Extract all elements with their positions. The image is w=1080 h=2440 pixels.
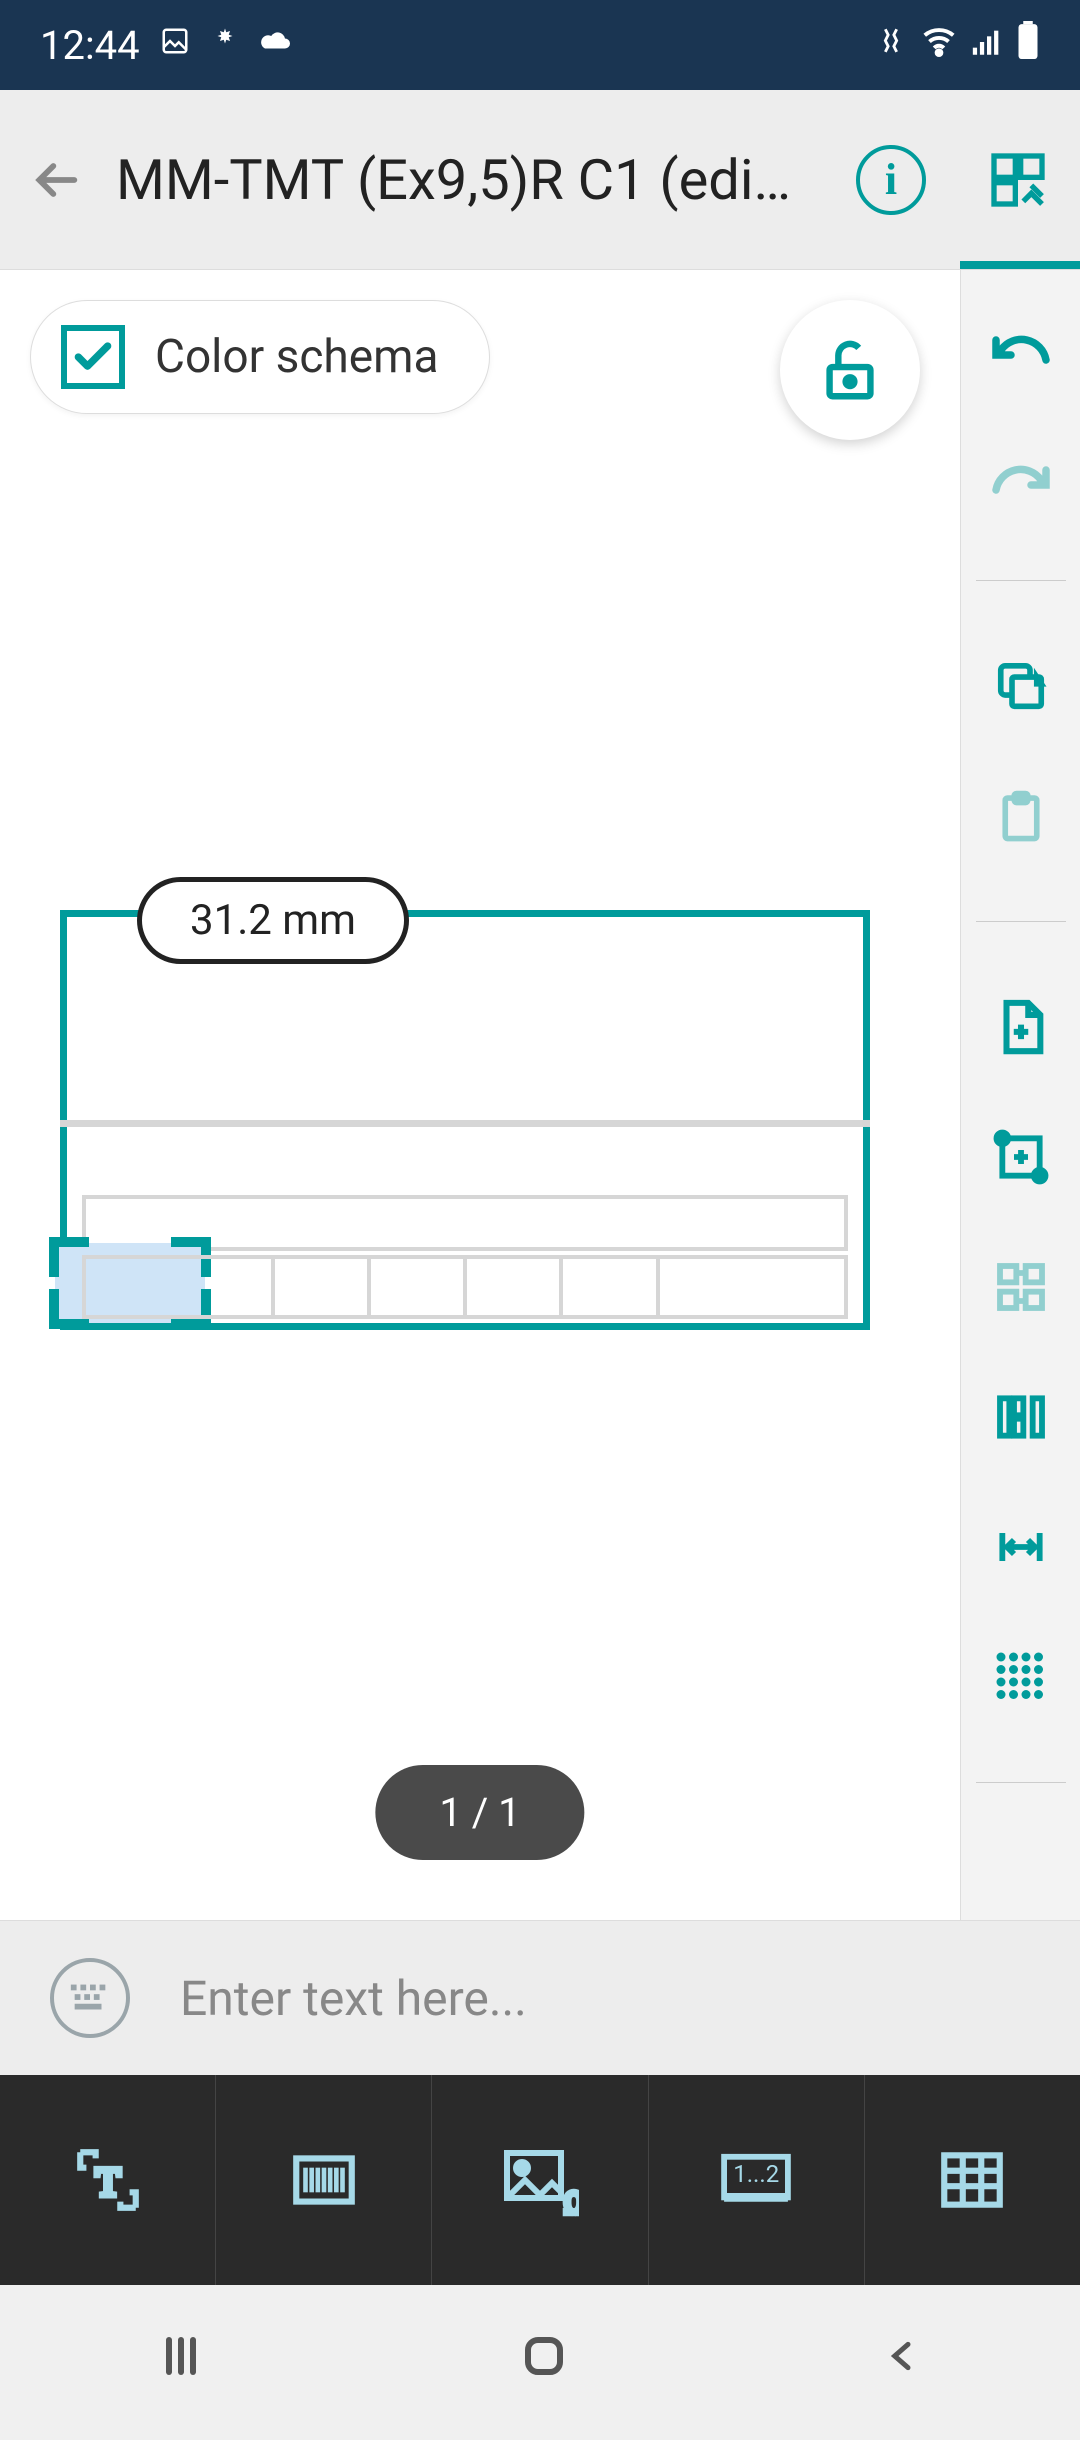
lock-button[interactable] <box>780 300 920 440</box>
vibrate-icon <box>874 22 908 69</box>
battery-icon <box>1016 21 1040 69</box>
table-cell[interactable] <box>275 1259 371 1315</box>
table-cell[interactable] <box>660 1259 845 1315</box>
weather-status-icon <box>260 25 290 65</box>
label-frame[interactable]: 31.2 mm <box>60 910 870 1330</box>
more-grid-button[interactable] <box>986 1642 1056 1712</box>
template-edit-icon[interactable] <box>986 148 1050 212</box>
back-button[interactable] <box>30 152 86 208</box>
wifi-icon <box>920 21 958 69</box>
canvas-area[interactable]: Color schema 31.2 mm 1 <box>0 270 960 1920</box>
split-button[interactable] <box>986 1252 1056 1322</box>
signal-icon <box>970 22 1004 69</box>
status-bar: 12:44 <box>0 0 1080 90</box>
table-cell[interactable] <box>467 1259 563 1315</box>
number-placeholder-label: 1...2 <box>733 2160 779 2188</box>
info-button[interactable]: i <box>856 145 926 215</box>
text-input-bar: Enter text here... <box>0 1920 1080 2075</box>
table-tool-button[interactable] <box>865 2075 1080 2285</box>
wand-status-icon <box>210 25 240 65</box>
back-nav-button[interactable] <box>883 2332 923 2393</box>
side-toolbar <box>960 270 1080 1920</box>
copy-button[interactable] <box>986 651 1056 721</box>
crop-add-button[interactable] <box>986 1122 1056 1192</box>
android-nav-bar <box>0 2285 1080 2440</box>
undo-button[interactable] <box>986 310 1056 380</box>
status-left: 12:44 <box>40 22 290 69</box>
add-column-button[interactable] <box>986 1382 1056 1452</box>
status-time: 12:44 <box>40 22 140 69</box>
page-title: MM-TMT (Ex9,5)R C1 (edi… <box>116 147 826 213</box>
toolbar-divider <box>976 580 1066 581</box>
recent-apps-button[interactable] <box>157 2332 205 2393</box>
color-schema-label: Color schema <box>155 330 439 384</box>
status-right <box>874 21 1040 69</box>
content-wrapper: Color schema 31.2 mm 1 <box>0 270 1080 1920</box>
picture-status-icon <box>160 25 190 65</box>
svg-text:T: T <box>95 2159 119 2204</box>
table-row[interactable] <box>82 1255 848 1319</box>
measurement-badge: 31.2 mm <box>137 877 409 964</box>
text-tool-button[interactable]: T <box>0 2075 216 2285</box>
toolbar-divider <box>976 921 1066 922</box>
table-cell[interactable] <box>563 1259 659 1315</box>
redo-button[interactable] <box>986 440 1056 510</box>
resize-width-button[interactable] <box>986 1512 1056 1582</box>
table-cell[interactable] <box>371 1259 467 1315</box>
toolbar-divider <box>976 1782 1066 1783</box>
checkbox-icon <box>61 325 125 389</box>
home-button[interactable] <box>520 2332 568 2393</box>
color-schema-chip[interactable]: Color schema <box>30 300 490 414</box>
image-tool-button[interactable]: Ω <box>432 2075 648 2285</box>
app-header: MM-TMT (Ex9,5)R C1 (edi… i <box>0 90 1080 270</box>
svg-text:Ω: Ω <box>564 2186 579 2217</box>
bottom-toolbar: T Ω 1...2 <box>0 2075 1080 2285</box>
paste-button[interactable] <box>986 781 1056 851</box>
barcode-tool-button[interactable] <box>216 2075 432 2285</box>
table-cell[interactable] <box>86 1259 275 1315</box>
header-underline <box>960 261 1080 269</box>
text-input[interactable]: Enter text here... <box>180 1970 1030 2027</box>
new-page-button[interactable] <box>986 992 1056 1062</box>
keyboard-button[interactable] <box>50 1958 130 2038</box>
number-tool-button[interactable]: 1...2 <box>649 2075 865 2285</box>
page-indicator: 1 / 1 <box>375 1765 584 1860</box>
